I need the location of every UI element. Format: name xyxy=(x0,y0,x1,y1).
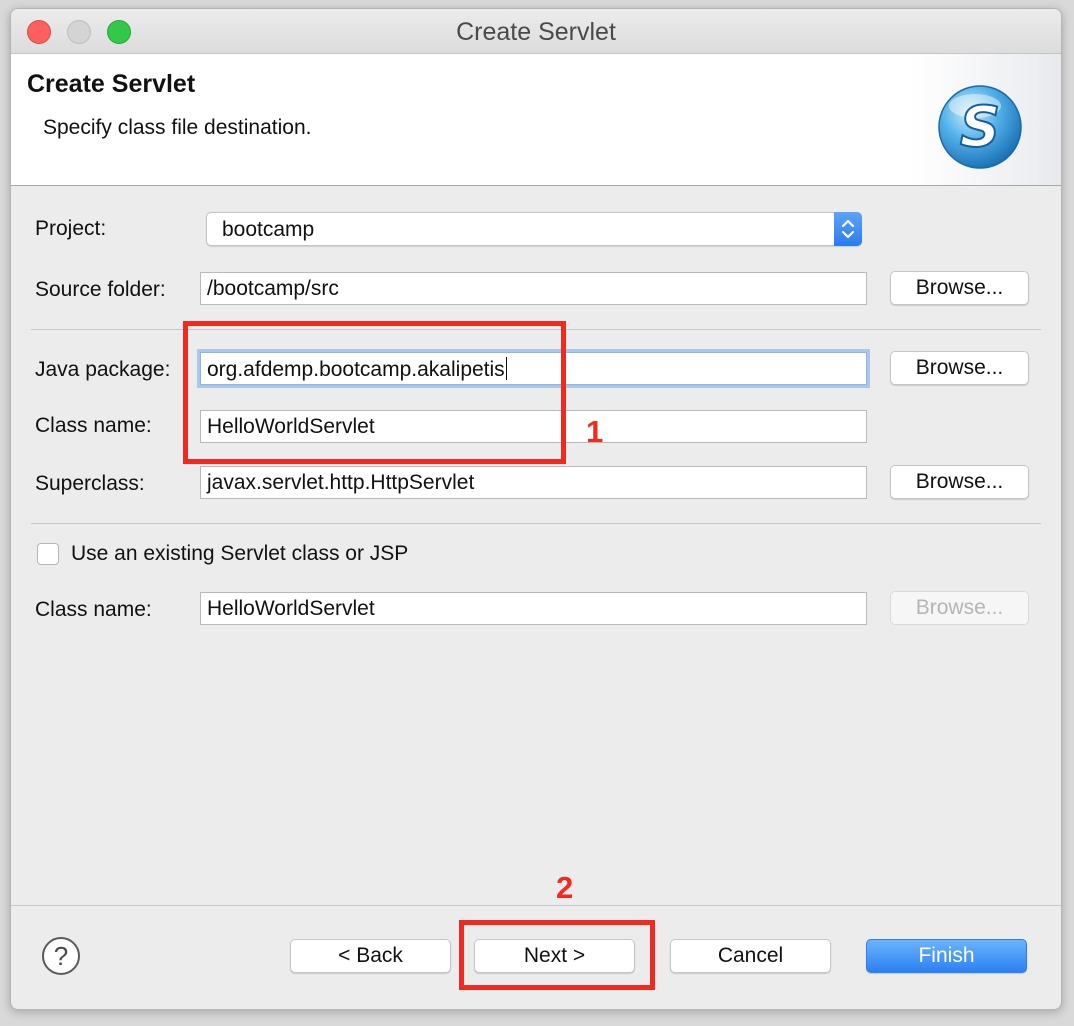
source-folder-browse-button[interactable]: Browse... xyxy=(890,271,1029,305)
source-folder-label: Source folder: xyxy=(35,278,166,301)
existing-class-name-label: Class name: xyxy=(35,598,152,621)
separator xyxy=(31,523,1041,524)
highlight-box-step2 xyxy=(459,920,655,990)
java-package-label: Java package: xyxy=(35,358,171,381)
existing-class-browse-button: Browse... xyxy=(890,591,1029,625)
svg-text:S: S xyxy=(960,95,1000,160)
window-title: Create Servlet xyxy=(456,18,616,46)
step1-label: 1 xyxy=(586,414,604,449)
create-servlet-dialog: Create Servlet Create Servlet Specify cl… xyxy=(10,8,1062,1010)
servlet-logo-icon: S xyxy=(938,85,1022,169)
title-bar: Create Servlet xyxy=(11,9,1061,54)
step2-label: 2 xyxy=(556,870,574,905)
source-folder-field[interactable]: /bootcamp/src xyxy=(200,272,867,305)
superclass-field[interactable]: javax.servlet.http.HttpServlet xyxy=(200,466,867,499)
superclass-browse-button[interactable]: Browse... xyxy=(890,465,1029,499)
chevron-updown-icon[interactable] xyxy=(834,212,862,246)
footer-separator xyxy=(11,905,1061,906)
help-icon[interactable]: ? xyxy=(42,937,80,975)
cancel-button[interactable]: Cancel xyxy=(670,939,831,973)
wizard-banner: Create Servlet Specify class file destin… xyxy=(11,54,1061,186)
highlight-box-step1 xyxy=(183,321,566,464)
existing-class-name-field[interactable]: HelloWorldServlet xyxy=(200,592,867,625)
class-name-label: Class name: xyxy=(35,414,152,437)
project-select[interactable]: bootcamp xyxy=(206,212,862,246)
use-existing-checkbox[interactable] xyxy=(37,543,59,565)
use-existing-label[interactable]: Use an existing Servlet class or JSP xyxy=(71,542,408,566)
project-select-value: bootcamp xyxy=(222,218,315,241)
java-package-browse-button[interactable]: Browse... xyxy=(890,351,1029,385)
superclass-label: Superclass: xyxy=(35,472,145,495)
finish-button[interactable]: Finish xyxy=(866,939,1027,973)
wizard-page-title: Create Servlet xyxy=(27,70,196,98)
project-label: Project: xyxy=(35,217,107,240)
wizard-page-description: Specify class file destination. xyxy=(43,116,312,139)
back-button[interactable]: < Back xyxy=(290,939,451,973)
